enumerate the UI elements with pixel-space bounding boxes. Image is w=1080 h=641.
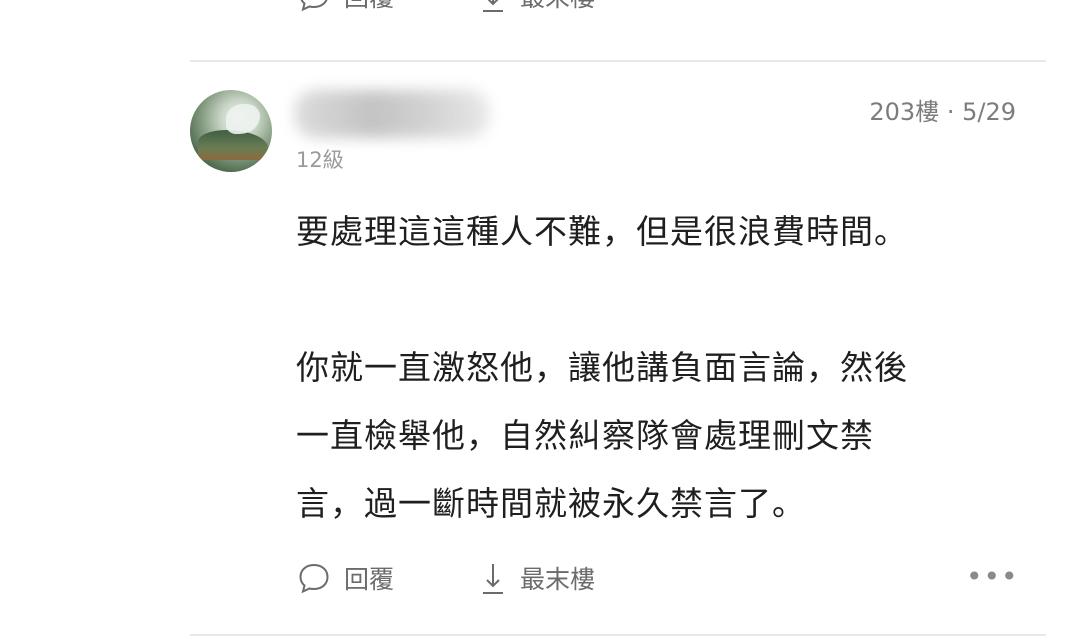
last-floor-label: 最末樓 bbox=[520, 565, 596, 594]
username-blurred[interactable] bbox=[294, 90, 490, 138]
comment-content: 要處理這這種人不難，但是很浪費時間。 你就一直激怒他，讓他講負面言論，然後 一直… bbox=[296, 198, 1016, 538]
reply-label: 回覆 bbox=[344, 565, 395, 594]
content-line: 言，過一斷時間就被永久禁言了。 bbox=[296, 484, 806, 523]
meta-separator: · bbox=[946, 98, 955, 126]
prev-reply-button[interactable]: 回覆 bbox=[298, 0, 394, 14]
post-date: 5/29 bbox=[962, 98, 1016, 126]
floor-number: 203樓 bbox=[869, 98, 940, 126]
arrow-down-to-line-icon bbox=[483, 564, 503, 594]
prev-more-icon[interactable]: ••• bbox=[966, 0, 1019, 9]
prev-reply-label: 回覆 bbox=[344, 0, 394, 14]
prev-post-actions: 回覆 最末樓 ••• bbox=[298, 0, 1018, 18]
user-level: 12級 bbox=[296, 148, 344, 172]
last-floor-button[interactable]: 最末樓 bbox=[480, 560, 595, 596]
comment-actions: 回覆 最末樓 ••• bbox=[298, 560, 1018, 600]
content-line: 要處理這這種人不難，但是很浪費時間。 bbox=[296, 212, 908, 251]
arrow-down-to-line-icon bbox=[483, 0, 503, 12]
avatar[interactable] bbox=[190, 90, 272, 172]
prev-last-floor-label: 最末樓 bbox=[520, 0, 595, 14]
divider bbox=[190, 634, 1046, 636]
content-line: 一直檢舉他，自然糾察隊會處理刪文禁 bbox=[296, 416, 874, 455]
more-dots-icon[interactable]: ••• bbox=[966, 560, 1019, 593]
speech-bubble-icon bbox=[300, 0, 328, 12]
floor-date: 203樓 · 5/29 bbox=[869, 92, 1016, 127]
prev-last-floor-button[interactable]: 最末樓 bbox=[480, 0, 595, 14]
reply-button[interactable]: 回覆 bbox=[298, 560, 394, 596]
divider bbox=[190, 60, 1046, 62]
speech-bubble-icon bbox=[299, 563, 329, 594]
content-line: 你就一直激怒他，讓他講負面言論，然後 bbox=[296, 348, 908, 387]
